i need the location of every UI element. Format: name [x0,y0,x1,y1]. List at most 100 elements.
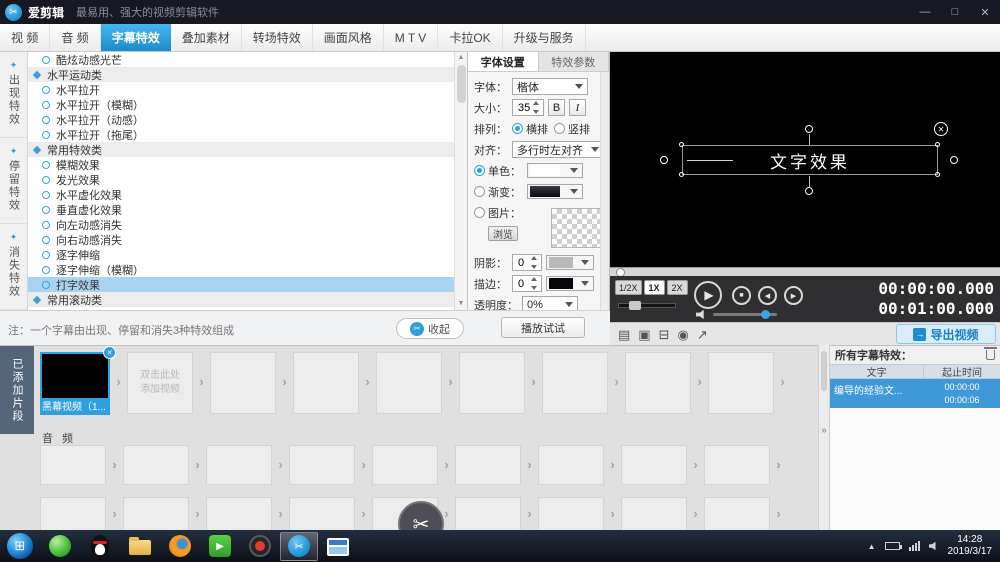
playlist-icon[interactable]: ▤ [618,327,630,343]
scroll-up-icon[interactable]: ▲ [455,52,467,64]
delete-subtitle-icon[interactable] [986,350,995,360]
empty-audio-slot[interactable] [289,445,355,485]
italic-button[interactable]: I [569,99,586,116]
font-size-spinner[interactable]: 35 [512,99,544,116]
align-select[interactable]: 多行时左对齐 [512,141,604,158]
stroke-spinner[interactable]: 0 [512,275,542,292]
effect-item[interactable]: 向右动感消失 [28,232,467,247]
empty-audio-slot[interactable] [455,445,521,485]
font-panel-scrollbar[interactable] [600,72,609,310]
effect-item[interactable]: 水平拉开 [28,82,467,97]
play-test-button[interactable]: 播放试试 [501,317,585,338]
tab-appear-effects[interactable]: ✦ 出现特效 [0,52,27,138]
effect-item[interactable]: 向左动感消失 [28,217,467,232]
effect-item[interactable]: 水平拉开（动感） [28,112,467,127]
empty-audio-slot[interactable] [538,445,604,485]
speed-half-button[interactable]: 1/2X [615,280,642,295]
tab-stay-effects[interactable]: ✦ 停留特效 [0,138,27,224]
save-icon[interactable]: ⊟ [659,327,670,343]
panel-expand-icon[interactable]: » [819,425,829,436]
tab-upgrade[interactable]: 升级与服务 [503,24,586,51]
effect-item[interactable]: 垂直虚化效果 [28,202,467,217]
tab-subtitle-effects[interactable]: 字幕特效 [101,24,171,51]
shadow-color-picker[interactable] [546,255,594,270]
add-video-slot[interactable]: 双击此处 添加视频 [127,352,193,414]
mini-scrubber[interactable] [618,303,676,308]
tab-audio[interactable]: 音 频 [50,24,100,51]
timeline-scroll-thumb[interactable] [821,351,827,391]
recorder-taskbar-icon[interactable] [240,530,280,562]
effect-item[interactable]: 水平拉开（拖尾） [28,127,467,142]
tab-effect-params[interactable]: 特效参数 [539,52,610,71]
empty-audio-slot[interactable] [621,445,687,485]
clip-thumbnail[interactable] [40,352,110,400]
hidden-icons-arrow[interactable]: ▲ [868,542,876,551]
video-preview[interactable]: 文字效果 ✕ [610,52,1000,267]
image-fill-radio[interactable] [474,207,485,218]
share-icon[interactable]: ↗ [697,327,708,343]
empty-video-slot[interactable] [210,352,276,414]
gradient-radio[interactable] [474,186,485,197]
empty-audio-slot[interactable] [123,445,189,485]
empty-slot[interactable] [455,497,521,530]
scroll-down-icon[interactable]: ▼ [455,298,467,310]
effect-item[interactable]: 逐字伸缩 [28,247,467,262]
browser-360-taskbar-icon[interactable] [40,530,80,562]
resize-handle[interactable] [935,172,940,177]
tab-style[interactable]: 画面风格 [313,24,384,51]
empty-audio-slot[interactable] [704,445,770,485]
effect-item[interactable]: 水平虚化效果 [28,187,467,202]
empty-slot[interactable] [206,497,272,530]
empty-slot[interactable] [621,497,687,530]
resize-handle[interactable] [935,142,940,147]
tab-mtv[interactable]: M T V [384,24,439,51]
effect-item[interactable]: 酷炫动感光芒 [28,52,467,67]
explorer-taskbar-icon[interactable] [120,530,160,562]
empty-slot[interactable] [538,497,604,530]
export-video-button[interactable]: → 导出视频 [896,324,996,344]
window-app-taskbar-icon[interactable] [318,530,358,562]
collapse-button[interactable]: ✂ 收起 [396,318,464,339]
effects-scrollbar[interactable]: ▲ ▼ [454,52,467,310]
tab-font-settings[interactable]: 字体设置 [468,52,539,71]
tab-video[interactable]: 视 频 [0,24,50,51]
effect-section-header[interactable]: 常用特效类 [28,142,467,157]
scroll-thumb[interactable] [457,65,466,103]
next-frame-button[interactable]: ▶ [784,286,803,305]
empty-video-slot[interactable] [708,352,774,414]
empty-video-slot[interactable] [459,352,525,414]
effect-section-header[interactable]: 常用滚动类 [28,292,467,307]
close-button[interactable]: ✕ [970,0,1000,24]
solid-color-picker[interactable] [527,163,583,178]
tab-disappear-effects[interactable]: ✦ 消失特效 [0,224,27,310]
tray-volume-icon[interactable] [929,541,939,551]
empty-slot[interactable] [123,497,189,530]
gradient-picker[interactable] [527,184,583,199]
image-fill-preview[interactable] [551,208,601,248]
clip-black-video[interactable]: ✕ 黑幕视频（1... [40,352,110,415]
battery-icon[interactable] [885,542,900,550]
prev-frame-button[interactable]: ◀ [758,286,777,305]
font-family-select[interactable]: 楷体 [512,78,588,95]
firefox-taskbar-icon[interactable] [160,530,200,562]
subtitle-text-box[interactable]: 文字效果 [682,145,938,175]
rotate-handle-top[interactable] [805,125,813,133]
subtitle-row-selected[interactable]: 编导的经验文... 00:00:00 00:00:06 [830,379,1000,408]
empty-slot[interactable] [40,497,106,530]
resize-handle[interactable] [679,172,684,177]
effect-item[interactable]: 逐字伸缩（模糊） [28,262,467,277]
mini-scrubber-thumb[interactable] [629,301,641,310]
volume-icon[interactable] [696,309,707,320]
speed-2x-button[interactable]: 2X [667,280,688,295]
empty-audio-slot[interactable] [40,445,106,485]
effect-item[interactable]: 发光效果 [28,172,467,187]
timeline-scrollbar[interactable]: » [818,345,830,530]
start-button[interactable]: ⊞ [0,530,40,562]
minimize-button[interactable]: — [910,0,940,24]
empty-video-slot[interactable] [376,352,442,414]
resize-handle-left[interactable] [660,156,668,164]
effect-item[interactable]: 模糊效果 [28,157,467,172]
seek-bar[interactable] [610,267,1000,276]
resize-handle[interactable] [679,142,684,147]
tab-overlay[interactable]: 叠加素材 [171,24,242,51]
